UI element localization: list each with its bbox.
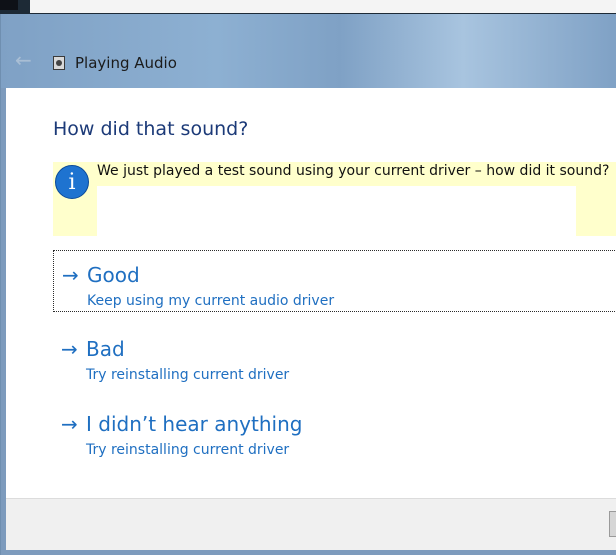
background-window-edge <box>30 0 616 13</box>
dialog-content: How did that sound? i We just played a t… <box>6 88 616 498</box>
dialog-window: ← Playing Audio How did that sound? i We… <box>0 14 616 555</box>
title-bar: ← Playing Audio <box>1 14 616 88</box>
option-description: Keep using my current audio driver <box>87 293 335 309</box>
desktop-edge <box>0 0 18 10</box>
speaker-icon <box>53 56 65 70</box>
option-label: Good <box>87 263 140 287</box>
page-title: How did that sound? <box>53 118 249 140</box>
info-icon: i <box>55 165 89 199</box>
arrow-right-icon: → <box>62 263 79 287</box>
arrow-right-icon: → <box>61 412 78 436</box>
back-arrow-icon[interactable]: ← <box>15 50 32 70</box>
window-bottom-border <box>1 550 616 555</box>
dialog-footer <box>6 498 616 551</box>
option-description: Try reinstalling current driver <box>86 442 290 458</box>
background-desktop-strip <box>0 0 616 14</box>
option-description: Try reinstalling current driver <box>86 367 290 383</box>
window-title: Playing Audio <box>75 54 177 72</box>
option-label: Bad <box>86 337 125 361</box>
info-message: i We just played a test sound using your… <box>53 162 616 236</box>
footer-button[interactable] <box>609 511 616 537</box>
arrow-right-icon: → <box>61 337 78 361</box>
option-bad-link[interactable]: → Bad Try reinstalling current driver <box>53 325 616 387</box>
option-label: I didn’t hear anything <box>86 412 303 436</box>
option-didnt-hear-link[interactable]: → I didn’t hear anything Try reinstallin… <box>53 400 616 462</box>
info-text: We just played a test sound using your c… <box>97 163 610 179</box>
option-good-link[interactable]: → Good Keep using my current audio drive… <box>53 250 616 312</box>
